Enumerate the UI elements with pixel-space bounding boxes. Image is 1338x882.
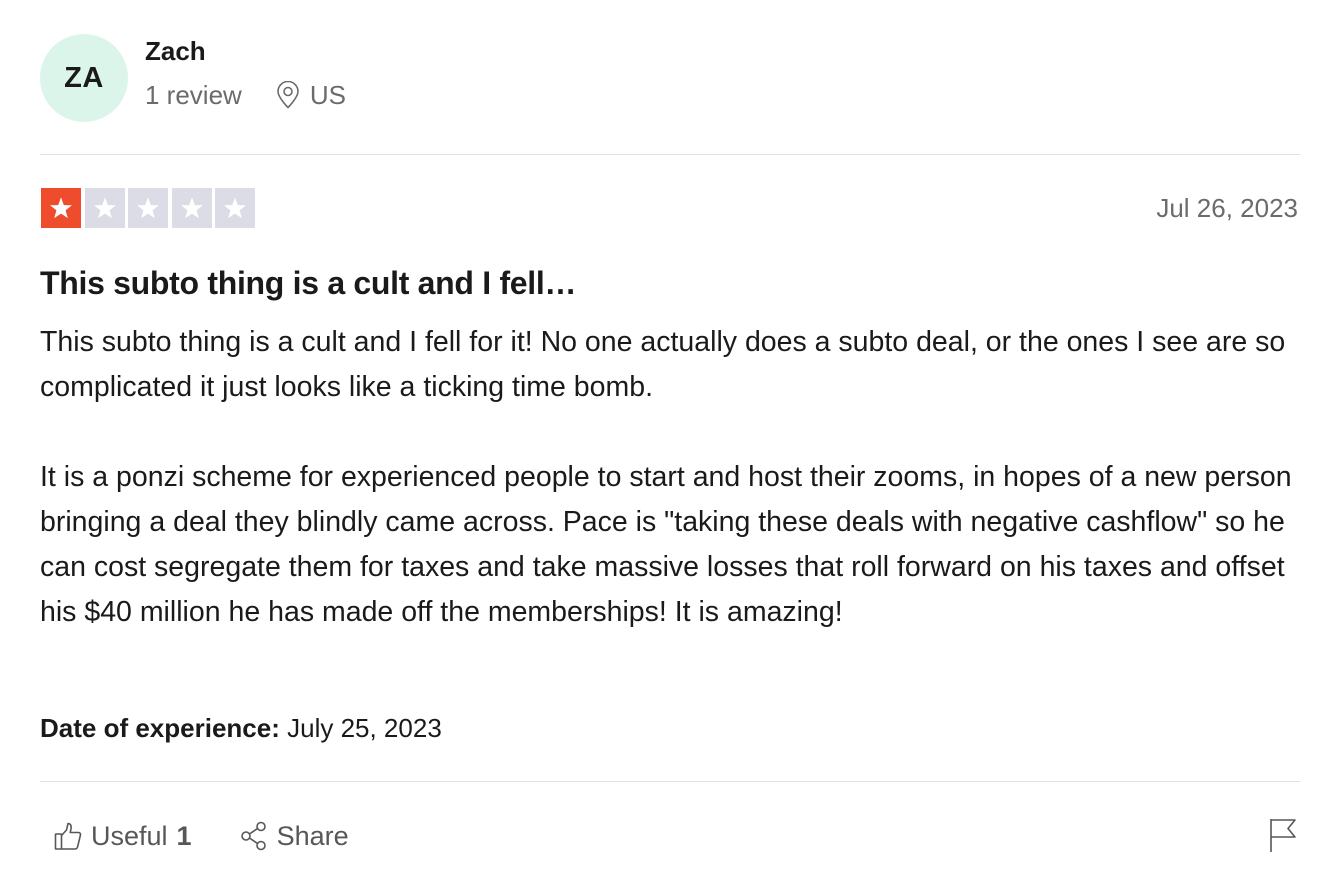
consumer-info[interactable]: ZA Zach 1 review US xyxy=(40,34,346,122)
useful-label: Useful xyxy=(91,820,168,851)
review-body: This subto thing is a cult and I fell fo… xyxy=(40,320,1302,635)
share-label: Share xyxy=(276,820,349,851)
star-filled xyxy=(41,188,81,228)
review-count: 1 review xyxy=(145,80,242,110)
consumer-location: US xyxy=(276,80,346,110)
star-empty xyxy=(215,188,255,228)
flag-icon xyxy=(1270,819,1296,852)
share-button[interactable]: Share xyxy=(240,821,349,852)
experience-date: July 25, 2023 xyxy=(287,713,442,743)
consumer-name[interactable]: Zach xyxy=(145,36,346,66)
date-of-experience: Date of experience: July 25, 2023 xyxy=(40,713,442,743)
star-icon xyxy=(50,197,72,219)
useful-count: 1 xyxy=(176,820,192,851)
star-icon xyxy=(180,197,203,219)
review-paragraph: It is a ponzi scheme for experienced peo… xyxy=(40,461,1292,628)
star-rating xyxy=(41,188,259,228)
experience-label: Date of experience: xyxy=(40,713,280,743)
star-icon xyxy=(137,197,159,219)
review-paragraph: This subto thing is a cult and I fell fo… xyxy=(40,326,1286,403)
review-actions: Useful 1 Share xyxy=(54,816,349,856)
star-icon xyxy=(224,197,246,219)
report-button[interactable] xyxy=(1268,817,1298,853)
review-date: Jul 26, 2023 xyxy=(1156,193,1298,223)
thumbs-up-icon xyxy=(54,822,82,850)
review-title[interactable]: This subto thing is a cult and I fell… xyxy=(40,264,576,302)
location-label: US xyxy=(309,80,346,110)
consumer-meta: 1 review US xyxy=(145,80,346,110)
useful-button[interactable]: Useful 1 xyxy=(54,821,192,852)
star-empty xyxy=(84,188,125,228)
star-empty xyxy=(128,188,168,228)
avatar[interactable]: ZA xyxy=(40,34,128,122)
review-card: ZA Zach 1 review US Jul 26, 2023 This su… xyxy=(0,0,1338,882)
share-icon xyxy=(240,821,266,851)
header-divider xyxy=(40,154,1300,155)
star-empty xyxy=(171,188,212,228)
location-pin-icon xyxy=(277,81,299,109)
footer-divider xyxy=(40,781,1300,782)
star-icon xyxy=(93,197,116,219)
consumer-details: Zach 1 review US xyxy=(145,34,346,122)
